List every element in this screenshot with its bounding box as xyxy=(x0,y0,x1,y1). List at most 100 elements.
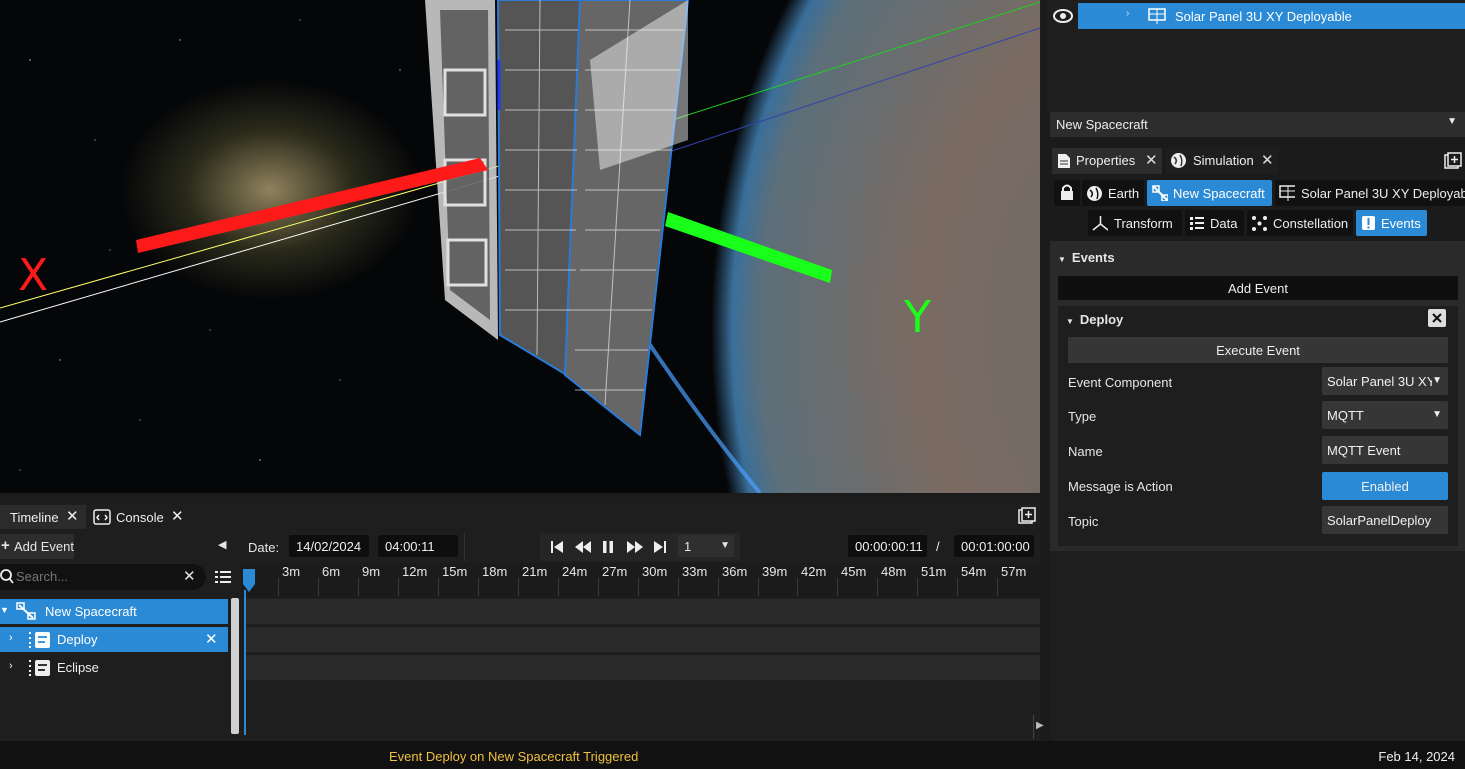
tree-item-label: Eclipse xyxy=(57,660,99,675)
close-icon[interactable]: ✕ xyxy=(1261,151,1274,169)
chevron-down-icon: ▼ xyxy=(1447,116,1457,127)
delete-event-button[interactable] xyxy=(1428,309,1446,327)
breadcrumb-earth[interactable]: Earth xyxy=(1082,180,1144,206)
tick-line xyxy=(358,578,359,596)
tree-item-new-spacecraft[interactable]: ▼ New Spacecraft xyxy=(0,599,228,624)
tab-properties[interactable]: Properties ✕ xyxy=(1052,148,1162,174)
date-input[interactable]: 14/02/2024 xyxy=(289,535,369,557)
tick-line xyxy=(877,578,878,596)
list-view-icon[interactable] xyxy=(214,569,232,585)
tab-timeline[interactable]: Timeline ✕ xyxy=(0,505,86,529)
topic-label: Topic xyxy=(1068,514,1099,529)
tick-label: 42m xyxy=(801,564,827,579)
breadcrumb-new-spacecraft[interactable]: New Spacecraft xyxy=(1147,180,1272,206)
fast-forward-icon[interactable] xyxy=(626,540,644,554)
message-is-action-toggle[interactable]: Enabled xyxy=(1322,472,1448,500)
tab-data[interactable]: Data xyxy=(1185,210,1244,236)
speed-value: 1 xyxy=(684,539,692,554)
right-empty-area xyxy=(1050,551,1465,741)
chevron-right-icon[interactable]: › xyxy=(1126,8,1129,19)
chevron-down-icon: ▼ xyxy=(1432,409,1442,420)
elapsed-value: 00:00:00:11 xyxy=(855,539,923,554)
pause-icon[interactable] xyxy=(601,540,615,554)
console-icon xyxy=(93,509,111,525)
outliner-item-label: Solar Panel 3U XY Deployable xyxy=(1175,9,1352,24)
tick-line xyxy=(478,578,479,596)
tab-events-label: Events xyxy=(1381,216,1421,231)
close-icon[interactable]: ✕ xyxy=(171,507,184,525)
tick-line xyxy=(278,578,279,596)
globe-icon xyxy=(1087,186,1102,201)
clear-search-icon[interactable]: ✕ xyxy=(183,567,196,585)
add-panel-icon[interactable] xyxy=(1018,507,1036,525)
type-value: MQTT xyxy=(1327,408,1364,423)
tick-label: 45m xyxy=(841,564,867,579)
execute-event-button[interactable]: Execute Event xyxy=(1068,337,1448,363)
skip-to-end-icon[interactable] xyxy=(653,540,667,554)
timeline-search[interactable]: ✕ xyxy=(0,564,206,590)
skip-to-start-icon[interactable] xyxy=(550,540,564,554)
name-input[interactable]: MQTT Event xyxy=(1322,436,1448,464)
timeline-search-input[interactable] xyxy=(16,569,176,584)
timeline-track[interactable] xyxy=(244,655,1040,680)
elapsed-time[interactable]: 00:00:00:11 xyxy=(848,535,927,557)
sidebar-scrollbar[interactable] xyxy=(231,598,239,734)
tab-constellation[interactable]: Constellation xyxy=(1247,210,1353,236)
time-input[interactable]: 04:00:11 xyxy=(378,535,458,557)
event-component-select[interactable]: Solar Panel 3U XY Deployable ▼ xyxy=(1322,367,1448,395)
tick-label: 33m xyxy=(682,564,708,579)
spacecraft-select[interactable]: New Spacecraft ▼ xyxy=(1050,112,1465,137)
tick-line xyxy=(398,578,399,596)
tick-line xyxy=(797,578,798,596)
type-select[interactable]: MQTT ▼ xyxy=(1322,401,1448,429)
rewind-icon[interactable] xyxy=(574,540,592,554)
timeline-track[interactable] xyxy=(244,627,1040,652)
add-event-button[interactable]: Add Event xyxy=(1058,276,1458,300)
events-section-header[interactable]: ▼ Events xyxy=(1058,250,1115,265)
add-panel-icon[interactable] xyxy=(1444,152,1462,170)
tree-item-deploy[interactable]: › Deploy ✕ xyxy=(0,627,228,652)
timeline-track[interactable] xyxy=(244,599,1040,624)
tick-line xyxy=(997,578,998,596)
event-name: Deploy xyxy=(1079,312,1124,327)
tab-events[interactable]: Events xyxy=(1356,210,1427,236)
axes-icon xyxy=(1092,216,1108,231)
tick-label: 15m xyxy=(442,564,468,579)
outliner-item-solar-panel[interactable]: › Solar Panel 3U XY Deployable xyxy=(1078,3,1465,29)
duration-time[interactable]: 00:01:00:00 xyxy=(954,535,1034,557)
timeline-add-event-button[interactable]: + Add Event xyxy=(0,534,74,559)
tab-simulation[interactable]: Simulation ✕ xyxy=(1166,148,1278,174)
lock-button[interactable] xyxy=(1054,180,1080,206)
scene-graphics: X Y xyxy=(0,0,1040,493)
3d-viewport[interactable]: X Y xyxy=(0,0,1040,493)
name-label: Name xyxy=(1068,444,1103,459)
topic-input[interactable]: SolarPanelDeploy xyxy=(1322,506,1448,534)
breadcrumb-earth-label: Earth xyxy=(1108,186,1140,201)
playhead-line xyxy=(244,590,246,735)
tick-label: 6m xyxy=(322,564,341,579)
tab-transform[interactable]: Transform xyxy=(1088,210,1182,236)
breadcrumb-solar-panel[interactable]: Solar Panel 3U XY Deployable xyxy=(1275,180,1465,206)
tick-line xyxy=(438,578,439,596)
speed-select[interactable]: 1 ▼ xyxy=(678,535,734,557)
date-label: Date: xyxy=(248,540,280,555)
tab-console-label: Console xyxy=(116,510,164,525)
tree-item-label: New Spacecraft xyxy=(45,604,137,619)
list-icon xyxy=(1190,217,1204,230)
status-date: Feb 14, 2024 xyxy=(1378,749,1455,764)
close-icon[interactable]: ✕ xyxy=(205,630,218,648)
topic-value: SolarPanelDeploy xyxy=(1327,513,1432,528)
execute-event-label: Execute Event xyxy=(1216,343,1300,358)
visibility-toggle[interactable] xyxy=(1050,4,1076,28)
tick-line xyxy=(917,578,918,596)
tab-timeline-label: Timeline xyxy=(10,510,59,525)
chevron-down-icon: ▼ xyxy=(720,540,730,551)
tab-console[interactable]: Console ✕ xyxy=(89,505,185,529)
close-icon[interactable]: ✕ xyxy=(1145,151,1158,169)
collapse-left-icon[interactable]: ◀ xyxy=(218,538,226,551)
expand-right-icon[interactable]: ▶ xyxy=(1036,720,1044,731)
event-header-deploy[interactable]: ▼ Deploy xyxy=(1066,312,1123,327)
close-icon[interactable]: ✕ xyxy=(66,507,79,525)
tree-item-eclipse[interactable]: › Eclipse xyxy=(0,655,228,680)
globe-icon xyxy=(1171,153,1186,168)
